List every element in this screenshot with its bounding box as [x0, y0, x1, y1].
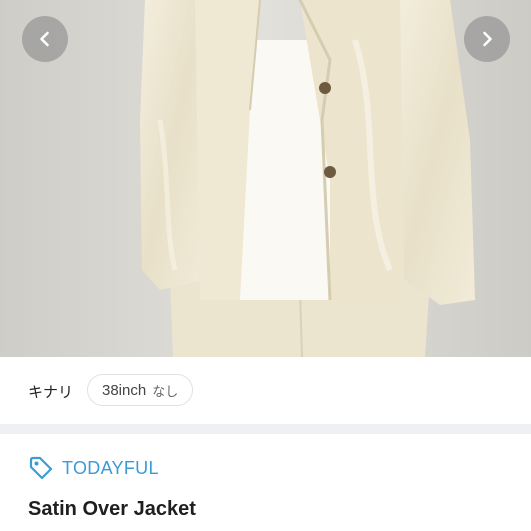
chevron-right-icon	[483, 31, 492, 47]
chevron-left-icon	[40, 31, 49, 47]
product-options: キナリ 38inch なし	[0, 357, 531, 434]
color-option-label: キナリ	[28, 384, 74, 401]
product-title: Satin Over Jacket	[28, 498, 196, 520]
size-value: 38inch	[102, 381, 147, 399]
brand-name[interactable]: TODAYFUL	[62, 458, 159, 479]
brand-link[interactable]: TODAYFUL	[28, 455, 159, 481]
size-chip[interactable]: 38inch なし	[87, 374, 194, 406]
size-note: なし	[152, 383, 179, 399]
product-image[interactable]	[0, 0, 531, 357]
jacket-photo	[0, 0, 531, 357]
prev-image-button[interactable]	[22, 16, 68, 62]
next-image-button[interactable]	[464, 16, 510, 62]
tag-icon	[29, 456, 53, 480]
